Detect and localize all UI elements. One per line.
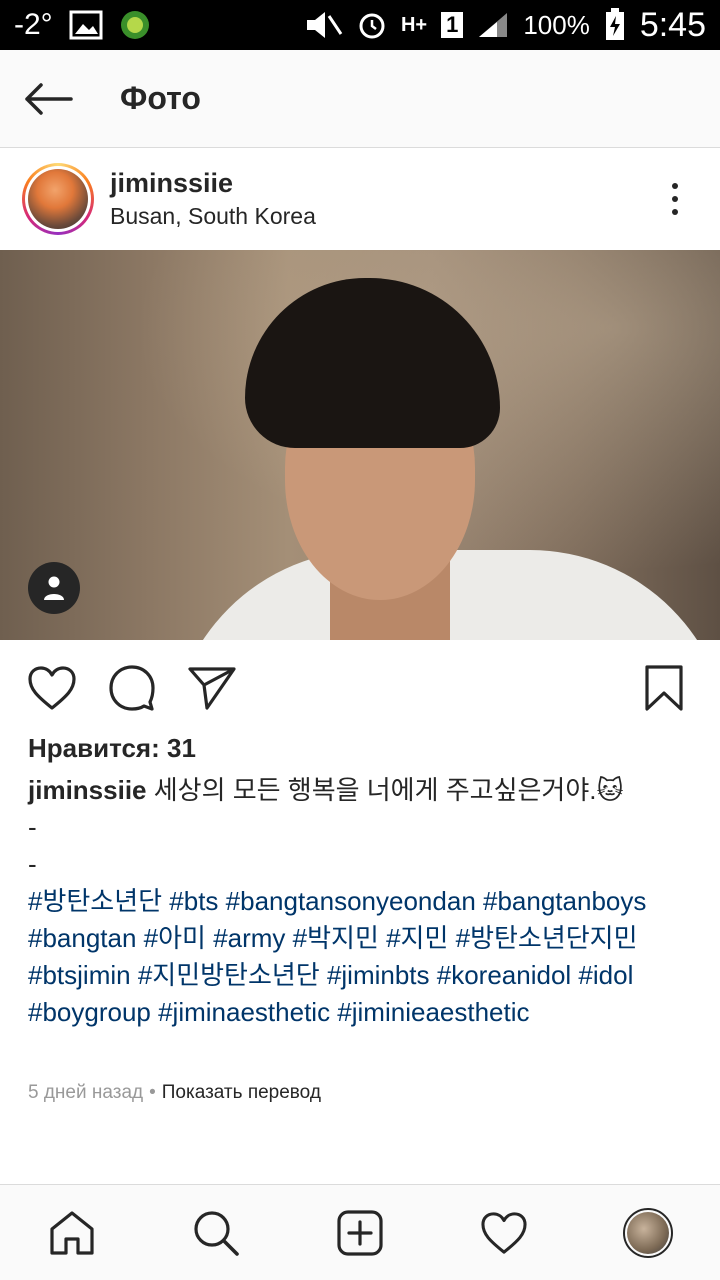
post-header: jiminssiie Busan, South Korea [0, 148, 720, 250]
post-meta: jiminssiie Busan, South Korea [110, 168, 316, 230]
share-button[interactable] [186, 662, 238, 714]
alarm-icon [357, 10, 387, 40]
bookmark-icon [645, 665, 683, 711]
nav-activity[interactable] [468, 1197, 540, 1269]
battery-charging-icon [604, 8, 626, 42]
nav-search[interactable] [180, 1197, 252, 1269]
clock: 5:45 [639, 5, 706, 44]
avatar-image [28, 169, 88, 229]
more-vertical-icon [672, 183, 678, 189]
separator: • [149, 1082, 156, 1103]
caption-text: 세상의 모든 행복을 너에게 주고싶은거야. [146, 775, 597, 805]
caption-username[interactable]: jiminssiie [28, 775, 147, 805]
back-button[interactable] [0, 50, 96, 148]
post-photo[interactable] [0, 250, 720, 640]
post-username[interactable]: jiminssiie [110, 168, 316, 199]
post-actions [0, 640, 720, 736]
post-timestamp: 5 дней назад [28, 1082, 144, 1103]
nav-profile[interactable] [612, 1197, 684, 1269]
post-caption: jiminssiie 세상의 모든 행복을 너에게 주고싶은거야.🐱 - - #… [28, 772, 698, 1031]
search-icon [194, 1210, 239, 1256]
caption-dash: - [28, 849, 37, 879]
status-bar: -2° H+ 1 100% 5:45 [0, 0, 720, 50]
hashtags[interactable]: #방탄소년단 #bts #bangtansonyeondan #bangtanb… [28, 883, 698, 1031]
top-app-bar: Фото [0, 50, 720, 148]
show-translation-link[interactable]: Показать перевод [162, 1082, 321, 1104]
caption-line: jiminssiie 세상의 모든 행복을 너에게 주고싶은거야.🐱 [28, 772, 698, 809]
battery-percent: 100% [523, 9, 590, 40]
comment-icon [109, 665, 155, 711]
like-button[interactable] [26, 662, 78, 714]
avatar[interactable] [22, 163, 94, 235]
more-options-button[interactable] [630, 148, 720, 250]
comment-button[interactable] [106, 662, 158, 714]
nav-add[interactable] [324, 1197, 396, 1269]
gallery-icon [69, 10, 103, 40]
profile-avatar-image [627, 1211, 669, 1254]
home-icon [50, 1210, 94, 1255]
post-time-row: 5 дней назад • Показать перевод [28, 1082, 321, 1104]
page-title: Фото [120, 80, 201, 116]
send-icon [188, 667, 236, 710]
network-type: H+ [400, 13, 428, 36]
more-dot [672, 209, 678, 215]
add-icon [337, 1209, 383, 1256]
heart-icon [481, 1211, 527, 1254]
caption-dash: - [28, 812, 37, 842]
likes-count[interactable]: Нравится: 31 [28, 733, 196, 764]
profile-avatar [623, 1207, 673, 1258]
signal-icon [477, 11, 509, 39]
avatar-frame [25, 166, 91, 232]
post-location[interactable]: Busan, South Korea [110, 203, 316, 230]
nav-home[interactable] [36, 1197, 108, 1269]
heart-icon [28, 666, 76, 710]
shield-app-icon [119, 9, 151, 41]
save-button[interactable] [638, 662, 690, 714]
back-arrow-icon [25, 82, 73, 115]
person-icon [44, 576, 64, 600]
bottom-navigation [0, 1184, 720, 1280]
more-dot [672, 196, 678, 202]
mute-icon [303, 10, 343, 40]
caption-emoji: 🐱 [596, 775, 624, 805]
sim-indicator: 1 [441, 12, 464, 38]
tagged-people-button[interactable] [28, 562, 80, 614]
temperature-text: -2° [14, 8, 53, 41]
